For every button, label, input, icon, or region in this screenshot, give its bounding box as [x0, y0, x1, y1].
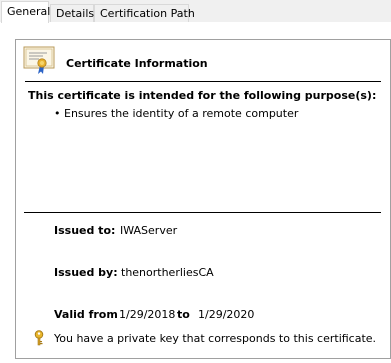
valid-from-value: 1/29/2018 [119, 308, 176, 321]
purpose-text: Ensures the identity of a remote compute… [64, 107, 299, 120]
private-key-message: You have a private key that corresponds … [54, 332, 377, 345]
tab-details-label: Details [56, 7, 95, 20]
issued-by-value: thenortherliesCA [121, 266, 214, 279]
certificate-icon [23, 46, 55, 74]
valid-to-label: to [177, 308, 190, 321]
certificate-information-title: Certificate Information [66, 57, 208, 70]
tab-certification-path-label: Certification Path [100, 7, 195, 20]
tab-details[interactable]: Details [50, 4, 94, 22]
purpose-heading: This certificate is intended for the fol… [28, 89, 377, 102]
tab-bar: General Details Certification Path [0, 0, 391, 23]
valid-from-label: Valid from [54, 308, 118, 321]
purpose-list-item: • Ensures the identity of a remote compu… [54, 107, 298, 120]
tab-general-label: General [7, 5, 51, 18]
valid-to-value: 1/29/2020 [198, 308, 255, 321]
header-separator [25, 81, 381, 82]
issued-to-label: Issued to: [54, 224, 116, 237]
key-icon [34, 330, 44, 346]
details-separator [24, 212, 381, 213]
tab-certification-path[interactable]: Certification Path [94, 4, 195, 22]
tab-general[interactable]: General [1, 1, 51, 23]
issued-by-label: Issued by: [54, 266, 118, 279]
bullet: • [54, 107, 61, 120]
issued-to-value: IWAServer [120, 224, 178, 237]
